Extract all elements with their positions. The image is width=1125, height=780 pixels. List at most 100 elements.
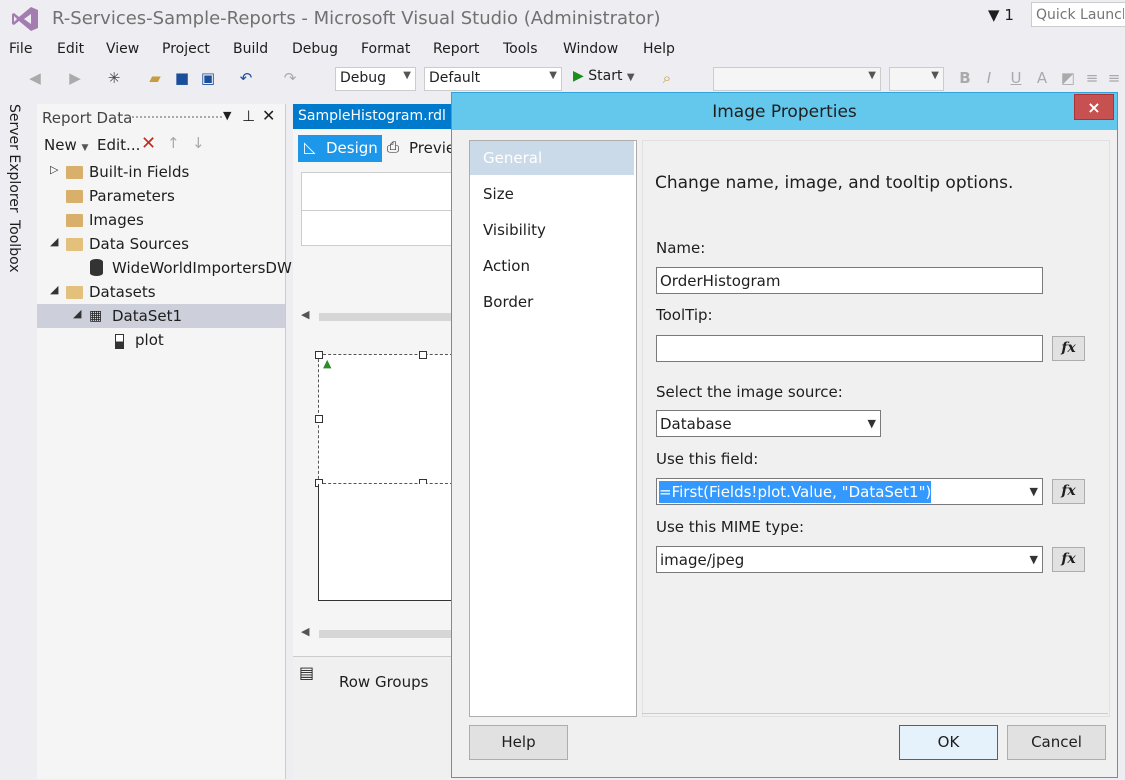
menu-report[interactable]: Report: [433, 41, 479, 57]
mime-type-combo[interactable]: image/jpeg ▼: [656, 546, 1043, 573]
resize-handle[interactable]: [315, 415, 323, 423]
scrollbar-thumb[interactable]: [319, 630, 453, 638]
notifications-button[interactable]: ▼ 1: [988, 6, 1014, 24]
image-item[interactable]: ▲: [315, 351, 453, 487]
help-button[interactable]: Help: [469, 725, 568, 760]
menu-tools[interactable]: Tools: [503, 41, 538, 57]
field-expression-combo[interactable]: =First(Fields!plot.Value, "DataSet1") ▼: [656, 478, 1043, 505]
platform-select[interactable]: Default ▼: [424, 67, 562, 91]
menu-project[interactable]: Project: [162, 41, 210, 57]
font-color-icon[interactable]: A: [1032, 68, 1052, 88]
report-data-panel: Report Data ▼ ⊥ ✕ New ▼ Edit... ✕ ↑ ↓ ▷ …: [37, 104, 292, 779]
tooltip-expression-button[interactable]: fx: [1052, 336, 1085, 361]
background-color-icon[interactable]: ◩: [1058, 68, 1078, 88]
chevron-down-icon: ▼: [931, 70, 939, 81]
align-left-icon[interactable]: ≡: [1082, 68, 1102, 88]
menu-format[interactable]: Format: [361, 41, 410, 57]
close-button[interactable]: ×: [1074, 94, 1114, 120]
tree-item-parameters[interactable]: Parameters: [37, 184, 285, 208]
ok-button[interactable]: OK: [899, 725, 998, 760]
font-name-select[interactable]: ▼: [713, 67, 881, 91]
resize-handle[interactable]: [315, 351, 323, 359]
horizontal-scrollbar[interactable]: ◀: [301, 625, 453, 640]
scroll-left-icon[interactable]: ◀: [301, 625, 309, 638]
document-tab[interactable]: SampleHistogram.rdl [: [293, 104, 456, 129]
quick-launch-input[interactable]: [1032, 3, 1125, 26]
align-center-icon[interactable]: ≡: [1104, 68, 1124, 88]
nav-size[interactable]: Size: [470, 177, 634, 211]
server-explorer-tab[interactable]: Server Explorer: [6, 104, 22, 213]
visual-studio-logo-icon: [12, 7, 38, 31]
image-source-select[interactable]: Database ▼: [656, 410, 881, 437]
row-groups-icon: ▤: [299, 663, 315, 682]
solution-config-select[interactable]: Debug ▼: [335, 67, 416, 91]
mime-type-label: Use this MIME type:: [656, 518, 805, 536]
move-up-icon[interactable]: ↑: [167, 134, 180, 152]
menu-window[interactable]: Window: [563, 41, 618, 57]
menu-help[interactable]: Help: [643, 41, 675, 57]
tree-item-dataset1[interactable]: ◢ ▦ DataSet1: [37, 304, 285, 328]
italic-icon[interactable]: I: [979, 68, 999, 88]
folder-icon: [66, 166, 83, 179]
menu-build[interactable]: Build: [233, 41, 268, 57]
resize-handle[interactable]: [419, 351, 427, 359]
nav-visibility[interactable]: Visibility: [470, 213, 634, 247]
tree-item-built-in-fields[interactable]: ▷ Built-in Fields: [37, 160, 285, 184]
quick-launch[interactable]: [1031, 2, 1125, 27]
menu-edit[interactable]: Edit: [57, 41, 84, 57]
name-input[interactable]: OrderHistogram: [656, 267, 1043, 294]
start-button[interactable]: ▶ Start ▼: [573, 68, 635, 84]
find-icon[interactable]: ⌕: [657, 68, 677, 88]
dataset-table-icon: ▦: [89, 308, 103, 324]
cancel-button[interactable]: Cancel: [1007, 725, 1106, 760]
menu-file[interactable]: File: [9, 41, 32, 57]
nav-general[interactable]: General: [470, 141, 634, 175]
underline-icon[interactable]: U: [1006, 68, 1026, 88]
window-title: R-Services-Sample-Reports - Microsoft Vi…: [52, 8, 661, 29]
scroll-left-icon[interactable]: ◀: [301, 308, 309, 321]
design-tab[interactable]: ◺ Design: [298, 135, 382, 162]
dialog-title-bar[interactable]: Image Properties ×: [452, 93, 1117, 130]
new-button[interactable]: New ▼: [44, 136, 88, 154]
field-expression-button[interactable]: fx: [1052, 479, 1085, 504]
nav-border[interactable]: Border: [470, 285, 634, 319]
pin-icon[interactable]: ⊥: [242, 107, 255, 125]
tree-item-plot[interactable]: plot: [37, 328, 285, 352]
tree-item-datasource[interactable]: WideWorldImportersDW: [37, 256, 292, 280]
delete-icon[interactable]: ✕: [141, 133, 156, 154]
close-icon[interactable]: ✕: [262, 106, 275, 125]
tree-item-datasets[interactable]: ◢ Datasets: [37, 280, 285, 304]
collapse-icon[interactable]: ◢: [50, 283, 58, 296]
toolbox-tab[interactable]: Toolbox: [6, 220, 22, 273]
menu-debug[interactable]: Debug: [292, 41, 338, 57]
bold-icon[interactable]: B: [955, 68, 975, 88]
menu-view[interactable]: View: [106, 41, 139, 57]
collapse-icon[interactable]: ◢: [73, 307, 81, 320]
dropdown-icon[interactable]: ▼: [223, 109, 231, 122]
report-header-area[interactable]: [301, 172, 453, 246]
expand-icon[interactable]: ▷: [50, 163, 58, 176]
save-all-icon[interactable]: ▣: [198, 68, 218, 88]
new-project-icon[interactable]: ✳: [104, 68, 124, 88]
scrollbar-thumb[interactable]: [319, 313, 453, 321]
horizontal-scrollbar[interactable]: ◀: [301, 308, 453, 323]
tree-item-data-sources[interactable]: ◢ Data Sources: [37, 232, 285, 256]
back-icon[interactable]: ◀: [25, 68, 45, 88]
collapse-icon[interactable]: ◢: [50, 235, 58, 248]
edit-button[interactable]: Edit...: [97, 136, 140, 154]
nav-action[interactable]: Action: [470, 249, 634, 283]
filter-icon: ▼: [988, 6, 1000, 24]
field-expression-value: =First(Fields!plot.Value, "DataSet1"): [659, 481, 932, 503]
tree-item-images[interactable]: Images: [37, 208, 285, 232]
font-size-select[interactable]: ▼: [889, 67, 944, 91]
report-body[interactable]: [318, 484, 453, 601]
tooltip-input[interactable]: [656, 335, 1043, 362]
save-icon[interactable]: ■: [172, 68, 192, 88]
redo-icon[interactable]: ↷: [280, 68, 300, 88]
undo-icon[interactable]: ↶: [236, 68, 256, 88]
open-folder-icon[interactable]: ▰: [145, 68, 165, 88]
mime-expression-button[interactable]: fx: [1052, 547, 1085, 572]
move-down-icon[interactable]: ↓: [192, 134, 205, 152]
play-icon: ▶: [573, 68, 584, 84]
forward-icon[interactable]: ▶: [65, 68, 85, 88]
